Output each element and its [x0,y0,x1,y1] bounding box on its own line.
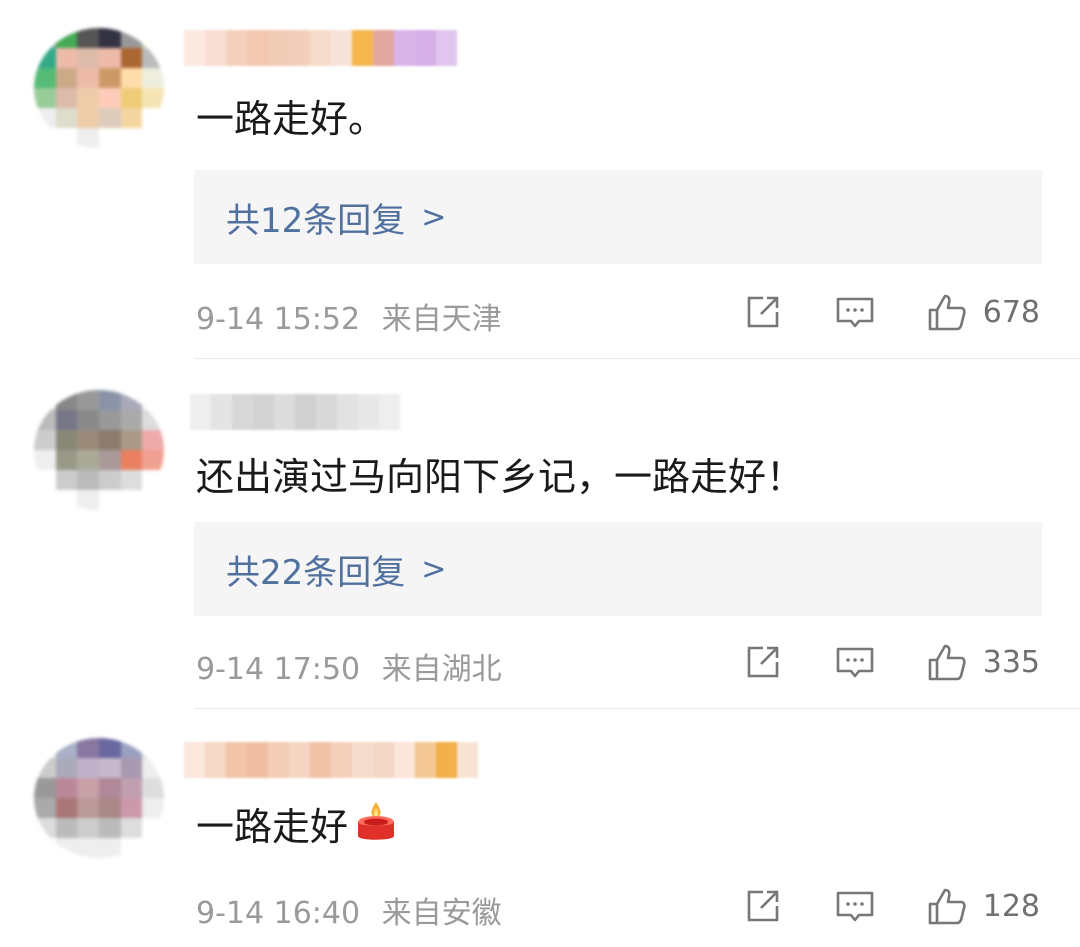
share-icon[interactable] [743,292,783,332]
chevron-right-icon: > [421,551,447,587]
avatar[interactable] [34,738,164,858]
divider [194,358,1080,359]
avatar[interactable] [34,28,164,148]
comment-icon[interactable] [835,642,875,682]
comment-text: 还出演过马向阳下乡记，一路走好！ [196,455,805,499]
comment-meta: 9-14 17:50 来自湖北 [196,644,502,688]
view-replies-button[interactable]: 共22条回复 > [194,522,1042,616]
username-blurred[interactable] [184,742,478,778]
comment-date: 9-14 16:40 [196,896,361,931]
username-blurred[interactable] [190,394,400,430]
comment-item: 还出演过马向阳下乡记，一路走好！ 共22条回复 > 9-14 17:50 来自湖… [0,360,1080,710]
comment-actions: 128 [743,886,1040,926]
like-count: 335 [982,644,1040,680]
comment-actions: 678 [743,292,1040,332]
share-icon[interactable] [743,642,783,682]
comment-item: 一路走好 9-14 16:40 来自安徽 128 [0,710,1080,947]
like-count: 678 [982,294,1040,330]
like-count: 128 [982,888,1040,924]
comment-location: 来自湖北 [381,652,502,687]
comment-location: 来自安徽 [381,896,502,931]
divider [194,708,1080,709]
comment-icon[interactable] [835,292,875,332]
reply-count-label: 共22条回复 [226,552,406,593]
comment-text: 一路走好。 [196,97,387,141]
reply-count-label: 共12条回复 [226,200,406,241]
thumbs-up-icon[interactable] [927,886,967,926]
share-icon[interactable] [743,886,783,926]
thumbs-up-icon[interactable] [927,642,967,682]
comment-meta: 9-14 15:52 来自天津 [196,294,502,338]
comment-item: 一路走好。 共12条回复 > 9-14 15:52 来自天津 678 [0,0,1080,360]
username-blurred[interactable] [184,30,457,66]
view-replies-button[interactable]: 共12条回复 > [194,170,1042,264]
comment-text: 一路走好 [196,800,398,850]
thumbs-up-icon[interactable] [927,292,967,332]
comment-icon[interactable] [835,886,875,926]
comment-actions: 335 [743,642,1040,682]
comment-date: 9-14 17:50 [196,652,361,687]
chevron-right-icon: > [421,199,447,235]
avatar[interactable] [34,390,164,510]
comment-date: 9-14 15:52 [196,302,361,337]
comment-meta: 9-14 16:40 来自安徽 [196,888,502,932]
comment-location: 来自天津 [381,302,502,337]
comment-text-content: 一路走好 [196,805,349,849]
candle-emoji-icon [358,802,395,840]
